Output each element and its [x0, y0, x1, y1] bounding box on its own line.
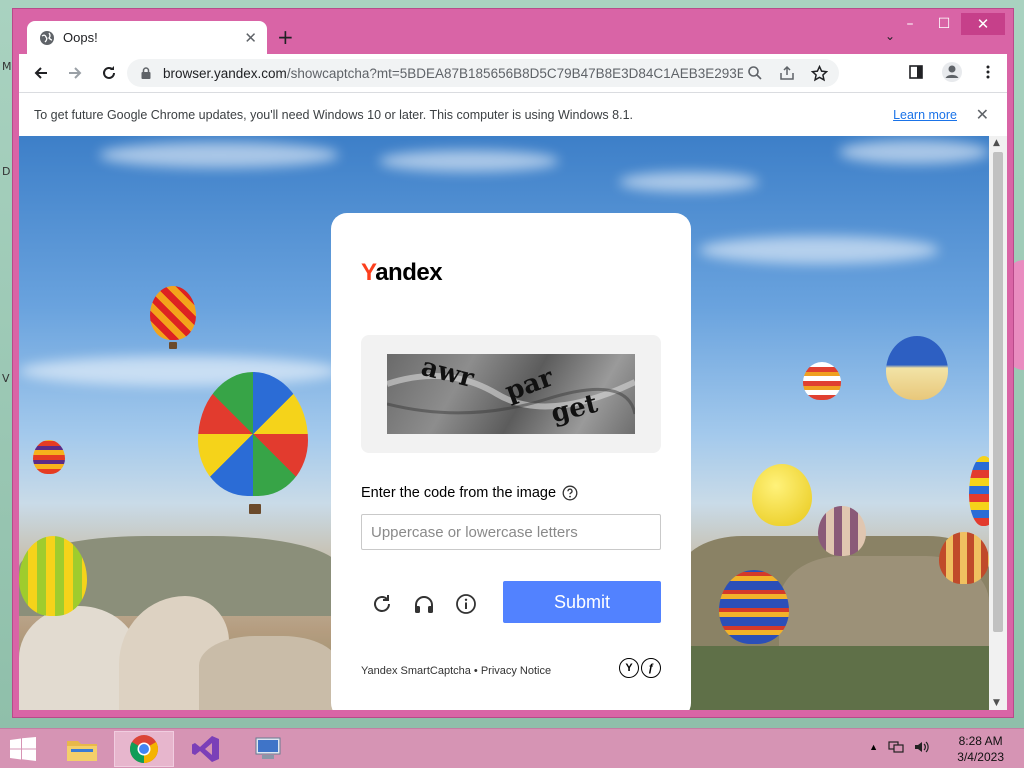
clock-date: 3/4/2023 — [957, 750, 1004, 764]
tab-title: Oops! — [63, 30, 98, 45]
tray-expand-icon[interactable]: ▲ — [869, 742, 878, 752]
window-controls: – ☐ ✕ — [893, 13, 1005, 35]
cloud — [839, 140, 989, 164]
hot-air-balloon — [939, 532, 989, 584]
menu-kebab-icon[interactable] — [973, 57, 1003, 87]
yandex-logo: Yandex — [361, 259, 443, 287]
cloud — [379, 150, 559, 172]
address-bar[interactable]: browser.yandex.com/showcaptcha?mt=5BDEA8… — [127, 59, 839, 87]
hot-air-balloon — [752, 464, 812, 526]
remote-desktop-icon — [255, 737, 281, 759]
balloon-basket — [169, 342, 177, 349]
yandex-round-logo-icon: Y — [619, 658, 639, 678]
refresh-icon[interactable] — [369, 591, 395, 617]
hot-air-balloon — [969, 456, 989, 526]
taskbar-remote-desktop[interactable] — [238, 731, 298, 767]
hot-air-balloon — [818, 506, 866, 556]
hot-air-balloon — [719, 570, 789, 644]
url-path: /showcaptcha?mt=5BDEA87B185656B8D5C79B47… — [286, 65, 743, 81]
folder-icon — [67, 741, 97, 761]
tab-search-icon[interactable]: ⌄ — [885, 29, 895, 43]
forward-arrow-icon[interactable] — [59, 57, 91, 89]
hot-air-balloon — [19, 536, 87, 616]
yandex-logo-rest: andex — [375, 259, 443, 286]
captcha-code-input[interactable] — [361, 514, 661, 550]
page-content: Yandex awr par get Enter the code from t… — [19, 136, 989, 710]
hot-air-balloon — [198, 372, 308, 496]
tab-oops[interactable]: Oops! ✕ — [27, 21, 267, 54]
smartcaptcha-round-logo-icon: ƒ — [641, 658, 661, 678]
captcha-image-box: awr par get — [361, 335, 661, 453]
info-message: To get future Google Chrome updates, you… — [34, 107, 633, 122]
chrome-icon — [130, 735, 158, 763]
hot-air-balloon — [886, 336, 948, 400]
taskbar-visual-studio[interactable] — [176, 731, 236, 767]
bookmark-star-icon[interactable] — [807, 61, 831, 85]
system-tray: ▲ — [869, 740, 930, 754]
reload-icon[interactable] — [93, 57, 125, 89]
network-icon[interactable] — [888, 740, 904, 754]
browser-toolbar: browser.yandex.com/showcaptcha?mt=5BDEA8… — [19, 54, 1007, 92]
visual-studio-icon — [192, 736, 219, 762]
cloud — [99, 142, 339, 168]
system-clock[interactable]: 8:28 AM 3/4/2023 — [957, 733, 1004, 765]
lock-icon — [141, 67, 151, 79]
desktop-icon-label: D — [2, 165, 11, 178]
browser-window: – ☐ ✕ Oops! ✕ + ⌄ browser.yandex.com/sho… — [12, 8, 1014, 718]
hot-air-balloon — [33, 440, 65, 474]
captcha-image: awr par get — [387, 354, 635, 434]
captcha-footer-links[interactable]: Yandex SmartCaptcha • Privacy Notice — [361, 665, 551, 677]
zoom-search-icon[interactable] — [743, 61, 767, 85]
vertical-scrollbar[interactable]: ▲ ▼ — [989, 136, 1007, 710]
url-host: browser.yandex.com — [163, 65, 287, 81]
new-tab-button[interactable]: + — [277, 25, 294, 49]
headphones-icon[interactable] — [411, 591, 437, 617]
hot-air-balloon — [150, 286, 196, 340]
submit-button[interactable]: Submit — [503, 581, 661, 623]
captcha-card: Yandex awr par get Enter the code from t… — [331, 213, 691, 710]
tab-close-icon[interactable]: ✕ — [244, 29, 257, 47]
scroll-down-icon[interactable]: ▼ — [993, 698, 1000, 708]
hot-air-balloon — [803, 362, 841, 400]
desktop-icon-label: M — [2, 60, 12, 73]
cloud — [19, 356, 339, 386]
help-question-icon[interactable] — [562, 485, 578, 501]
volume-icon[interactable] — [914, 740, 930, 754]
maximize-button[interactable]: ☐ — [927, 13, 961, 35]
close-window-button[interactable]: ✕ — [961, 13, 1005, 35]
back-arrow-icon[interactable] — [25, 57, 57, 89]
clock-time: 8:28 AM — [958, 734, 1003, 748]
update-info-bar: To get future Google Chrome updates, you… — [19, 92, 1007, 136]
url-text: browser.yandex.com/showcaptcha?mt=5BDEA8… — [163, 66, 743, 81]
balloon-basket — [249, 504, 261, 514]
profile-avatar-icon[interactable] — [937, 57, 967, 87]
info-icon[interactable] — [453, 591, 479, 617]
cloud — [619, 172, 759, 192]
minimize-button[interactable]: – — [893, 13, 927, 35]
start-button[interactable] — [8, 737, 38, 761]
taskbar-file-explorer[interactable] — [52, 731, 112, 767]
globe-icon — [40, 30, 54, 45]
taskbar: ▲ 8:28 AM 3/4/2023 — [0, 728, 1024, 768]
cloud — [699, 236, 939, 264]
trees — [681, 646, 989, 710]
scroll-up-icon[interactable]: ▲ — [993, 138, 1000, 148]
learn-more-link[interactable]: Learn more — [893, 108, 957, 122]
scroll-thumb[interactable] — [993, 152, 1003, 632]
desktop-icon-label: V — [2, 372, 10, 385]
smartcaptcha-logos: Y ƒ — [619, 658, 661, 678]
rock-formation — [199, 636, 339, 710]
info-close-icon[interactable]: ✕ — [976, 105, 989, 124]
code-label: Enter the code from the image — [361, 485, 578, 501]
side-panel-icon[interactable] — [901, 57, 931, 87]
taskbar-chrome[interactable] — [114, 731, 174, 767]
code-label-text: Enter the code from the image — [361, 485, 557, 501]
windows-logo-icon — [10, 737, 36, 761]
yandex-logo-y: Y — [361, 259, 376, 286]
share-icon[interactable] — [775, 61, 799, 85]
